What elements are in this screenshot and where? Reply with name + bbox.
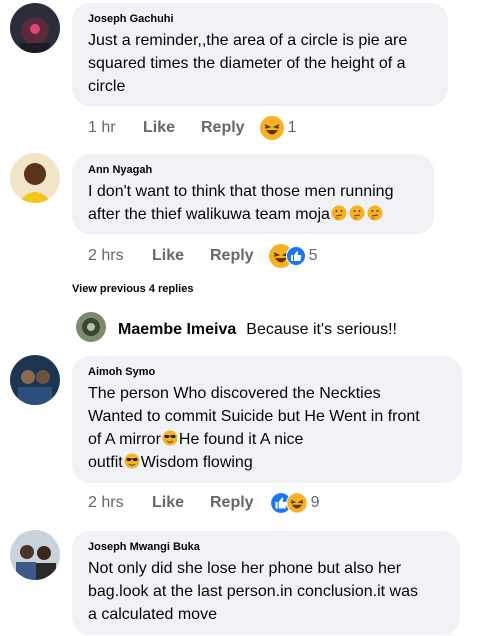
collapsed-reply[interactable]: Maembe Imeiva Because it's serious!! (118, 320, 397, 340)
sunglasses-face-emoji (162, 430, 178, 446)
reaction-count: 9 (310, 494, 320, 511)
comment-actions: 2 hrs Like Reply 5 (88, 243, 317, 269)
comment-text: The person Who discovered the Neckties W… (88, 385, 420, 471)
reaction-summary[interactable]: 5 (268, 243, 318, 269)
reply-button[interactable]: Reply (210, 246, 254, 266)
like-button[interactable]: Like (152, 493, 210, 513)
thinking-face-emoji (331, 205, 347, 221)
comment-bubble: Aimoh Symo The person Who discovered the… (72, 356, 462, 483)
like-button[interactable]: Like (152, 246, 210, 266)
like-button[interactable]: Like (143, 118, 201, 138)
avatar[interactable] (10, 530, 60, 580)
reply-button[interactable]: Reply (210, 493, 254, 513)
comment-bubble: Joseph Mwangi Buka Not only did she lose… (72, 531, 460, 635)
comment-text: Not only did she lose her phone but also… (88, 560, 418, 623)
comment-timestamp[interactable]: 2 hrs (88, 246, 152, 266)
thinking-face-emoji (367, 205, 383, 221)
comment-author[interactable]: Aimoh Symo (88, 365, 450, 379)
like-icon (285, 246, 306, 266)
comment-timestamp[interactable]: 2 hrs (88, 493, 152, 513)
comment-author[interactable]: Ann Nyagah (88, 163, 422, 177)
reaction-count: 1 (287, 119, 297, 136)
reply-text: Because it's serious!! (246, 321, 397, 338)
comment-bubble: Joseph Gachuhi Just a reminder,,the area… (72, 3, 448, 106)
comment-timestamp[interactable]: 1 hr (88, 118, 143, 138)
comment-actions: 2 hrs Like Reply 9 (88, 492, 319, 514)
reaction-summary[interactable]: 9 (269, 492, 320, 514)
avatar[interactable] (76, 312, 106, 342)
avatar[interactable] (10, 3, 60, 53)
comment-text: Just a reminder,,the area of a circle is… (88, 32, 408, 95)
reaction-summary[interactable]: 1 (259, 115, 297, 141)
comment-actions: 1 hr Like Reply 1 (88, 115, 296, 141)
comment-bubble: Ann Nyagah I don't want to think that th… (72, 154, 434, 234)
thinking-face-emoji (349, 205, 365, 221)
haha-icon (259, 115, 285, 141)
reply-button[interactable]: Reply (201, 118, 245, 138)
haha-icon (286, 492, 308, 514)
reply-author[interactable]: Maembe Imeiva (118, 321, 236, 338)
comment-text: I don't want to think that those men run… (88, 183, 394, 223)
avatar[interactable] (10, 153, 60, 203)
avatar[interactable] (10, 355, 60, 405)
sunglasses-face-emoji (124, 453, 140, 469)
reaction-count: 5 (308, 247, 318, 264)
view-previous-replies-link[interactable]: View previous 4 replies (72, 282, 193, 296)
comment-author[interactable]: Joseph Gachuhi (88, 12, 436, 26)
comment-author[interactable]: Joseph Mwangi Buka (88, 540, 448, 554)
